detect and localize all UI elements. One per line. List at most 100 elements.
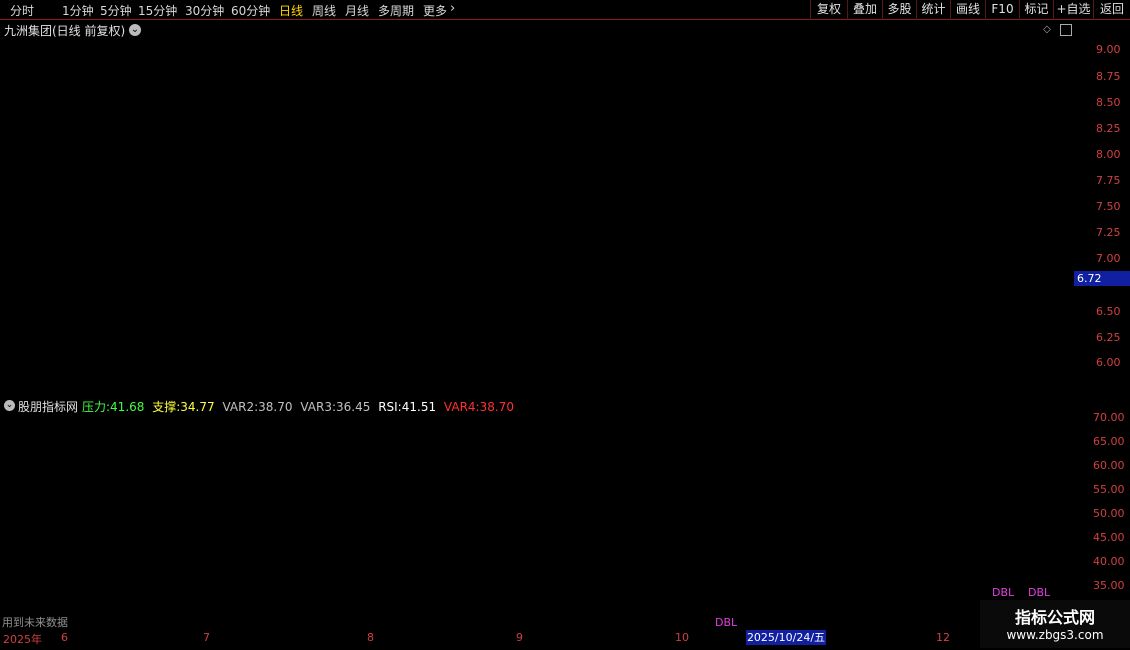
indicator-fill bbox=[630, 580, 645, 638]
candle-up bbox=[219, 162, 227, 205]
pressure-label: 压力: bbox=[82, 400, 111, 414]
period-tab-fenshi[interactable]: 分时 bbox=[10, 2, 34, 19]
candle-down bbox=[709, 277, 717, 289]
indicator-tick: 35.00 bbox=[1093, 579, 1125, 592]
period-tab-60min[interactable]: 60分钟 bbox=[231, 2, 270, 19]
candle-down bbox=[349, 183, 357, 195]
candle-down bbox=[569, 224, 577, 232]
f10-button[interactable]: F10 bbox=[985, 0, 1019, 20]
candle-down bbox=[359, 193, 367, 221]
site-watermark: 指标公式网 www.zbgs3.com bbox=[980, 600, 1130, 648]
panel-toggle-icon[interactable] bbox=[1060, 24, 1072, 36]
candle-down bbox=[609, 240, 617, 258]
indicator-fill bbox=[220, 421, 232, 491]
indicator-fill bbox=[30, 465, 45, 532]
adjust-button[interactable]: 复权 bbox=[810, 0, 847, 20]
watermark-url: www.zbgs3.com bbox=[1006, 628, 1104, 642]
rsi-label: RSI: bbox=[378, 400, 402, 414]
indicator-fill bbox=[495, 503, 510, 560]
indicator-fill bbox=[320, 493, 335, 537]
candle-down bbox=[999, 339, 1007, 346]
period-tab-weekly[interactable]: 周线 bbox=[312, 2, 336, 19]
period-tab-30min[interactable]: 30分钟 bbox=[185, 2, 224, 19]
indicator-fill bbox=[735, 541, 750, 595]
multi-stock-button[interactable]: 多股 bbox=[882, 0, 916, 20]
indicator-fill bbox=[275, 460, 290, 523]
candle-down bbox=[499, 183, 507, 200]
stock-title: 九洲集团(日线 前复权) bbox=[4, 24, 126, 38]
price-tick: 7.00 bbox=[1096, 252, 1121, 265]
indicator-fill bbox=[350, 527, 365, 574]
indicator-fill bbox=[115, 508, 130, 559]
indicator-fill bbox=[90, 489, 100, 545]
indicator-fill bbox=[510, 513, 525, 590]
chevron-down-icon[interactable]: ⌄ bbox=[4, 400, 15, 411]
indicator-fill bbox=[335, 498, 350, 557]
indicator-fill bbox=[75, 503, 90, 564]
price-tick: 6.25 bbox=[1096, 331, 1121, 344]
stats-button[interactable]: 统计 bbox=[916, 0, 950, 20]
back-button[interactable]: 返回 bbox=[1093, 0, 1130, 20]
period-tab-monthly[interactable]: 月线 bbox=[345, 2, 369, 19]
candle-up bbox=[199, 235, 207, 268]
indicator-tick: 50.00 bbox=[1093, 507, 1125, 520]
indicator-fill bbox=[765, 541, 780, 591]
price-tick: 8.00 bbox=[1096, 148, 1121, 161]
candle-up bbox=[25, 219, 33, 247]
candle-down bbox=[899, 297, 907, 320]
indicator-fill bbox=[145, 551, 160, 613]
indicator-fill bbox=[3, 465, 15, 540]
candle-up bbox=[389, 204, 397, 211]
candle-down bbox=[579, 230, 587, 237]
candle-up bbox=[309, 151, 317, 164]
period-tab-daily[interactable]: 日线 bbox=[279, 2, 303, 19]
chart-canvas[interactable] bbox=[0, 0, 1130, 650]
period-tab-5min[interactable]: 5分钟 bbox=[100, 2, 132, 19]
candle-down bbox=[939, 318, 947, 325]
period-tab-more[interactable]: 更多 bbox=[423, 2, 447, 19]
date-month-label: 10 bbox=[675, 631, 689, 644]
indicator-fill bbox=[60, 503, 75, 564]
indicator-fill bbox=[540, 537, 555, 584]
indicator-tick: 40.00 bbox=[1093, 555, 1125, 568]
indicator-fill bbox=[130, 522, 145, 613]
period-tab-15min[interactable]: 15分钟 bbox=[138, 2, 177, 19]
candle-up bbox=[799, 308, 807, 320]
candle-up bbox=[169, 266, 177, 299]
indicator-fill bbox=[455, 474, 468, 547]
candle-down bbox=[749, 282, 757, 289]
mark-button[interactable]: 标记 bbox=[1019, 0, 1053, 20]
candle-down bbox=[519, 214, 527, 226]
chevron-down-icon[interactable]: ⌄ bbox=[129, 24, 141, 36]
candle-up bbox=[969, 334, 977, 341]
draw-line-button[interactable]: 画线 bbox=[950, 0, 985, 20]
var4-label: VAR4: bbox=[443, 400, 480, 414]
candle-down bbox=[159, 287, 167, 299]
candle-down bbox=[949, 323, 957, 331]
price-tick: 7.50 bbox=[1096, 200, 1121, 213]
add-watchlist-button[interactable]: +自选 bbox=[1053, 0, 1093, 20]
indicator-fill bbox=[890, 541, 905, 612]
overlay-button[interactable]: 叠加 bbox=[847, 0, 882, 20]
candle-up bbox=[179, 261, 187, 268]
dbl-marker: DBL bbox=[715, 616, 738, 629]
diamond-icon[interactable]: ◇ bbox=[1041, 24, 1053, 36]
pressure-line bbox=[0, 445, 1050, 552]
var2-label: VAR2: bbox=[222, 400, 259, 414]
cursor-date-tag: 2025/10/24/五 bbox=[746, 630, 826, 645]
candle-down bbox=[149, 266, 157, 289]
chevron-right-icon[interactable]: › bbox=[450, 1, 455, 16]
candle-down bbox=[619, 256, 627, 279]
candle-down bbox=[289, 172, 297, 179]
indicator-fill bbox=[585, 546, 600, 585]
period-tab-1min[interactable]: 1分钟 bbox=[62, 2, 94, 19]
indicator-fill bbox=[160, 541, 175, 598]
indicator-fill bbox=[395, 503, 410, 565]
indicator-fill bbox=[830, 465, 845, 533]
indicator-fill bbox=[570, 546, 585, 583]
candle-down bbox=[599, 235, 607, 242]
var4-value: 38.70 bbox=[479, 400, 514, 414]
candle-up bbox=[69, 219, 77, 242]
period-tab-multi[interactable]: 多周期 bbox=[378, 2, 414, 19]
candle-up bbox=[89, 214, 97, 226]
